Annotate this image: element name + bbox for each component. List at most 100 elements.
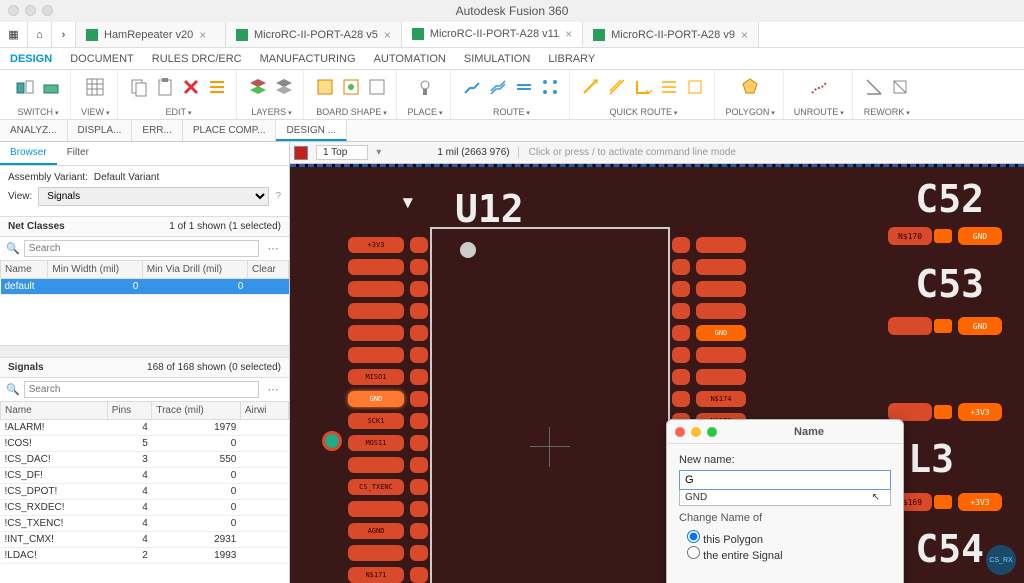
pad[interactable] xyxy=(696,237,746,253)
close-icon[interactable] xyxy=(675,427,685,437)
menu-rules[interactable]: RULES DRC/ERC xyxy=(152,53,242,65)
pad[interactable]: GND xyxy=(958,317,1002,335)
switch-3d-icon[interactable] xyxy=(40,76,62,98)
name-input[interactable] xyxy=(679,470,891,490)
autocomplete-item[interactable]: GND↖ xyxy=(679,490,891,506)
subtab-design[interactable]: DESIGN ... xyxy=(276,120,346,141)
arrow-icon[interactable]: › xyxy=(52,22,76,47)
pcb-canvas[interactable]: U12 C52 C53 L3 C54 ▾ +3V3MISO1GNDSCK1MOS… xyxy=(290,164,1024,583)
radio-signal[interactable]: the entire Signal xyxy=(687,550,783,562)
sp-tab-filter[interactable]: Filter xyxy=(57,142,99,165)
radio-polygon[interactable]: this Polygon xyxy=(687,534,763,546)
route-line-icon[interactable] xyxy=(461,76,483,98)
menu-design[interactable]: DESIGN xyxy=(10,53,52,65)
signal-row[interactable]: !LDAC!21993 xyxy=(1,548,289,564)
paste-icon[interactable] xyxy=(154,76,176,98)
layers2-icon[interactable] xyxy=(273,76,295,98)
pad[interactable] xyxy=(348,303,404,319)
view-select[interactable]: Signals xyxy=(38,187,269,206)
delete-icon[interactable] xyxy=(180,76,202,98)
board-outline-icon[interactable] xyxy=(314,76,336,98)
subtab-place[interactable]: PLACE COMP... xyxy=(183,120,277,141)
home-icon[interactable]: ⌂ xyxy=(28,22,52,47)
pad[interactable] xyxy=(696,303,746,319)
doc-tab-0[interactable]: HamRepeater v20× xyxy=(76,22,226,47)
subtab-errors[interactable]: ERR... xyxy=(132,120,182,141)
layer-color-swatch[interactable] xyxy=(294,146,308,160)
board-push-icon[interactable] xyxy=(340,76,362,98)
pad[interactable]: SCK1 xyxy=(348,413,404,429)
subtab-display[interactable]: DISPLA... xyxy=(68,120,133,141)
route-bus-icon[interactable] xyxy=(513,76,535,98)
grid-icon[interactable] xyxy=(84,76,106,98)
signal-row[interactable]: !CS_DF!40 xyxy=(1,468,289,484)
scrollbar[interactable] xyxy=(0,345,289,357)
doc-tab-2[interactable]: MicroRC-II-PORT-A28 v11× xyxy=(402,22,583,47)
layer-dropdown[interactable]: 1 Top xyxy=(316,145,368,160)
pad[interactable]: MOSI1 xyxy=(348,435,404,451)
doc-tab-1[interactable]: MicroRC-II-PORT-A28 v5× xyxy=(226,22,402,47)
align-icon[interactable] xyxy=(206,76,228,98)
pad[interactable] xyxy=(888,317,932,335)
signal-row[interactable]: !CS_RXDEC!40 xyxy=(1,500,289,516)
signal-row[interactable]: !CS_DAC!3550 xyxy=(1,452,289,468)
pad[interactable] xyxy=(696,347,746,363)
layers-icon[interactable] xyxy=(247,76,269,98)
route-diff-icon[interactable] xyxy=(487,76,509,98)
pad[interactable] xyxy=(348,457,404,473)
pad[interactable]: GND xyxy=(348,391,404,407)
view-cube[interactable]: CS_RX xyxy=(986,545,1016,575)
pad[interactable] xyxy=(696,281,746,297)
zoom-icon[interactable] xyxy=(707,427,717,437)
menu-simulation[interactable]: SIMULATION xyxy=(464,53,530,65)
pad[interactable] xyxy=(348,281,404,297)
netclass-search[interactable] xyxy=(24,240,259,257)
qroute-3-icon[interactable] xyxy=(632,76,654,98)
minimize-icon[interactable] xyxy=(691,427,701,437)
place-icon[interactable] xyxy=(414,76,436,98)
pad[interactable]: N$174 xyxy=(696,391,746,407)
help-icon[interactable]: ? xyxy=(275,191,281,202)
pad[interactable] xyxy=(348,259,404,275)
pad[interactable] xyxy=(348,325,404,341)
qroute-1-icon[interactable] xyxy=(580,76,602,98)
doc-tab-3[interactable]: MicroRC-II-PORT-A28 v9× xyxy=(583,22,759,47)
pad[interactable]: CS_TXENC xyxy=(348,479,404,495)
pad[interactable]: +3V3 xyxy=(348,237,404,253)
pad[interactable]: MISO1 xyxy=(348,369,404,385)
pad[interactable]: GND xyxy=(958,227,1002,245)
pad[interactable]: AGND xyxy=(348,523,404,539)
rework-2-icon[interactable] xyxy=(889,76,911,98)
netclass-row[interactable]: default00 xyxy=(1,279,289,295)
more-icon[interactable]: ⋯ xyxy=(263,242,283,255)
qroute-2-icon[interactable] xyxy=(606,76,628,98)
signal-row[interactable]: !INT_CMX!42931 xyxy=(1,532,289,548)
pad[interactable] xyxy=(696,259,746,275)
menu-manufacturing[interactable]: MANUFACTURING xyxy=(260,53,356,65)
pad[interactable]: GND xyxy=(696,325,746,341)
signal-row[interactable]: !CS_DPOT!40 xyxy=(1,484,289,500)
switch-sch-icon[interactable] xyxy=(14,76,36,98)
qroute-4-icon[interactable] xyxy=(658,76,680,98)
signals-search[interactable] xyxy=(24,381,259,398)
board-derive-icon[interactable] xyxy=(366,76,388,98)
more-icon[interactable]: ⋯ xyxy=(263,383,283,396)
menu-document[interactable]: DOCUMENT xyxy=(70,53,134,65)
pad[interactable]: N$170 xyxy=(888,227,932,245)
menu-library[interactable]: LIBRARY xyxy=(548,53,595,65)
signal-row[interactable]: !CS_TXENC!40 xyxy=(1,516,289,532)
pad[interactable] xyxy=(348,347,404,363)
close-icon[interactable]: × xyxy=(384,28,391,42)
subtab-analyze[interactable]: ANALYZ... xyxy=(0,120,68,141)
rework-1-icon[interactable] xyxy=(863,76,885,98)
menu-automation[interactable]: AUTOMATION xyxy=(374,53,446,65)
sp-tab-browser[interactable]: Browser xyxy=(0,142,57,165)
unroute-icon[interactable] xyxy=(808,76,830,98)
signal-row[interactable]: !COS!50 xyxy=(1,436,289,452)
close-icon[interactable]: × xyxy=(565,27,572,41)
pad[interactable] xyxy=(348,545,404,561)
window-controls[interactable] xyxy=(8,5,53,16)
pad[interactable] xyxy=(696,369,746,385)
close-icon[interactable]: × xyxy=(741,28,748,42)
pad[interactable]: +3V3 xyxy=(958,493,1002,511)
